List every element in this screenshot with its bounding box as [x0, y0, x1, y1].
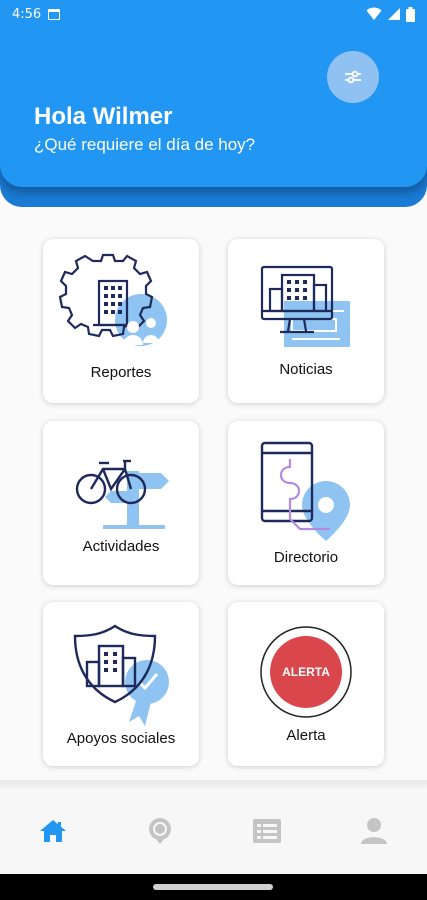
battery-icon	[406, 6, 415, 22]
calendar-icon	[48, 8, 61, 20]
greeting-subtitle: ¿Qué requiere el día de hoy?	[34, 135, 256, 154]
card-noticias[interactable]: Noticias	[228, 239, 384, 403]
bicycle-icon	[75, 459, 169, 529]
person-icon	[360, 818, 387, 844]
nav-profile[interactable]	[320, 788, 427, 874]
greeting-title: Hola Wilmer	[34, 103, 173, 130]
nav-list[interactable]	[214, 788, 321, 874]
system-nav-bar	[0, 874, 427, 900]
card-directorio[interactable]: Directorio	[228, 421, 384, 585]
news-monitor-icon	[260, 265, 350, 347]
location-pin-icon	[149, 818, 172, 844]
alert-badge-text: ALERTA	[282, 665, 330, 679]
header: Hola Wilmer ¿Qué requiere el día de hoy?	[0, 0, 427, 187]
home-icon	[40, 820, 67, 842]
menu-grid: Reportes Noticias Actividades Directorio…	[0, 220, 427, 780]
card-label: Apoyos sociales	[66, 730, 176, 747]
wifi-icon	[366, 7, 382, 20]
card-label: Reportes	[90, 364, 152, 381]
card-alerta[interactable]: ALERTA Alerta	[228, 602, 384, 766]
card-reportes[interactable]: Reportes	[43, 239, 199, 403]
filter-button[interactable]	[327, 51, 379, 103]
card-label: Actividades	[82, 538, 160, 555]
card-label: Noticias	[279, 361, 333, 378]
sliders-icon	[345, 70, 361, 84]
card-apoyos-sociales[interactable]: Apoyos sociales	[43, 602, 199, 766]
status-bar: 4:56	[0, 0, 427, 28]
card-label: Alerta	[286, 727, 326, 744]
bottom-nav	[0, 788, 427, 874]
nav-home[interactable]	[0, 788, 107, 874]
list-icon	[252, 819, 281, 843]
signal-icon	[388, 8, 400, 20]
home-gesture-pill[interactable]	[153, 884, 273, 890]
nav-location[interactable]	[107, 788, 214, 874]
status-time: 4:56	[12, 6, 42, 22]
card-label: Directorio	[273, 549, 339, 566]
card-actividades[interactable]: Actividades	[43, 421, 199, 585]
